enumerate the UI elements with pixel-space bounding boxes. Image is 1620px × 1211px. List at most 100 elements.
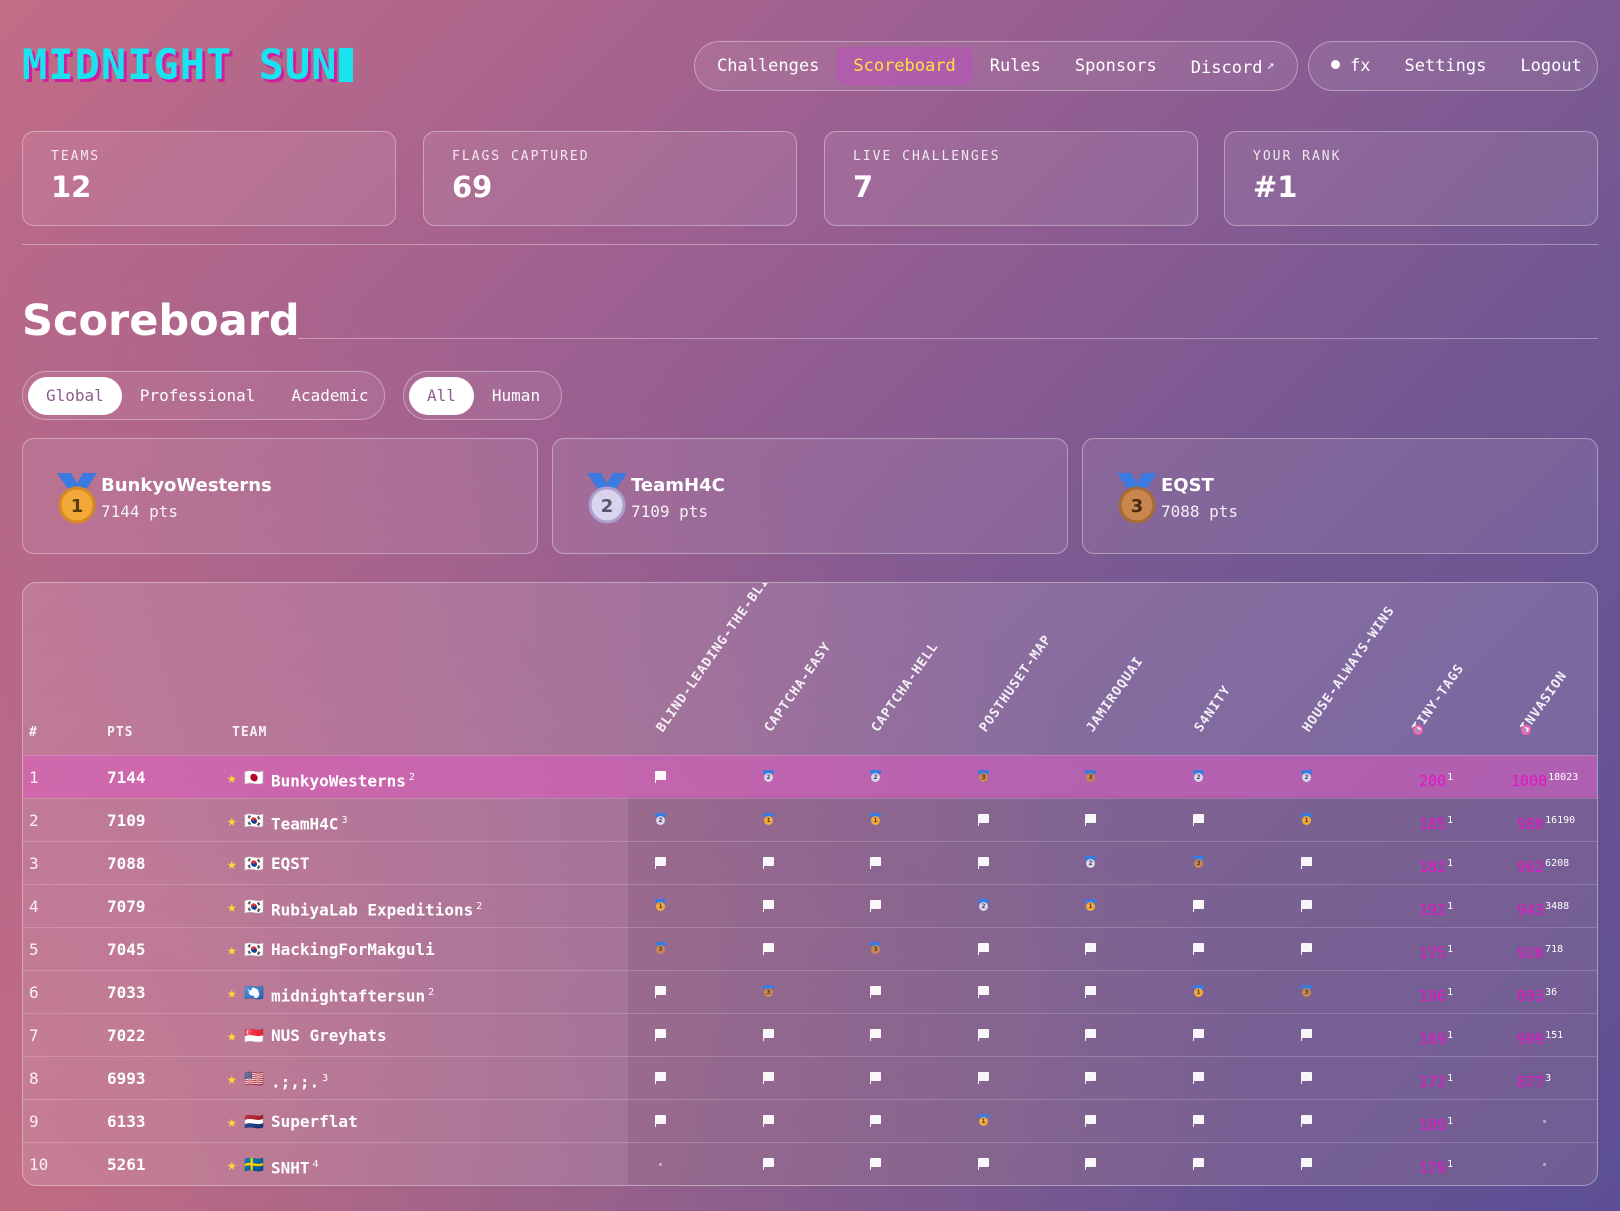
- podium-second[interactable]: 2 TeamH4C 7109 pts: [552, 438, 1068, 554]
- col-header-rank: #: [29, 725, 38, 740]
- solved-flag-icon: [870, 900, 881, 912]
- nav-discord[interactable]: Discord ↗: [1174, 47, 1291, 85]
- country-flag-icon: 🇺🇸: [244, 1069, 264, 1088]
- team-name[interactable]: midnightaftersun 2: [271, 971, 434, 1017]
- podium-points: 7088 pts: [1161, 502, 1239, 521]
- tiny-tags-rank: 1: [1447, 1116, 1454, 1127]
- main-nav: Challenges Scoreboard Rules Sponsors Dis…: [694, 41, 1298, 91]
- star-icon: ★: [227, 1112, 237, 1131]
- nav-scoreboard[interactable]: Scoreboard: [836, 47, 973, 85]
- podium-third[interactable]: 3 EQST 7088 pts: [1082, 438, 1598, 554]
- solved-flag-icon: [763, 1115, 774, 1127]
- podium-first[interactable]: 1 BunkyoWesterns 7144 pts: [22, 438, 538, 554]
- blood-medal-icon: 3: [870, 942, 881, 955]
- challenge-name: BLIND-LEADING-THE-BLIND: [653, 582, 783, 735]
- scoreboard-table: # PTS TEAM BLIND-LEADING-THE-BLIND CAPTCH…: [22, 582, 1598, 1186]
- tiny-tags-value: 169: [1419, 1030, 1447, 1048]
- table-row[interactable]: 8 6993 ★ 🇺🇸.;,;. 3 1721 8773: [23, 1056, 1597, 1099]
- table-row[interactable]: 7 7022 ★ 🇸🇬 NUS Greyhats 1691 909151: [23, 1013, 1597, 1057]
- solved-flag-icon: [978, 814, 989, 826]
- invasion-score: 89336: [1517, 971, 1557, 1018]
- blood-medal-icon: 1: [763, 813, 774, 826]
- stat-label: YOUR RANK: [1253, 149, 1342, 164]
- team-name[interactable]: EQST: [271, 842, 310, 885]
- challenge-name: S4NITY: [1191, 683, 1235, 735]
- solved-flag-icon: [1301, 857, 1312, 869]
- country-flag-icon: 🇸🇬: [244, 1026, 264, 1045]
- team-member-count: 2: [408, 772, 415, 783]
- team-name[interactable]: Superflat: [271, 1100, 358, 1143]
- solved-flag-icon: [1085, 1029, 1096, 1041]
- row-points: 7033: [107, 983, 146, 1002]
- team-name[interactable]: BunkyoWesterns 2: [271, 756, 415, 802]
- tiny-tags-value: 189: [1419, 1116, 1447, 1134]
- blood-medal-icon: 3: [1193, 856, 1204, 869]
- table-row[interactable]: 3 7088 ★ 🇰🇷 EQST 2 3 1821 9626208: [23, 841, 1597, 885]
- nav-user[interactable]: fx: [1314, 47, 1387, 85]
- filter-academic[interactable]: Academic: [273, 377, 386, 415]
- bronze-medal-icon: 3: [1117, 473, 1157, 524]
- team-name[interactable]: SNHT 4: [271, 1143, 319, 1185]
- blood-medal-icon: 3: [1085, 770, 1096, 783]
- table-row[interactable]: 4 7079 ★ 🇰🇷 RubiyaLab Expeditions 2 1 2 1 1921 943…: [23, 884, 1597, 927]
- table-row[interactable]: 1 7144 ★ 🇯🇵 BunkyoWesterns 2 2 2 3 3 2 2 2001 1000180…: [23, 755, 1597, 798]
- solved-flag-icon: [1301, 1029, 1312, 1041]
- star-icon: ★: [227, 940, 237, 959]
- tiny-tags-score: 1851: [1419, 799, 1453, 846]
- solved-flag-icon: [1085, 814, 1096, 826]
- medal-disc: 1: [1086, 902, 1095, 911]
- table-row[interactable]: 10 5261 ★ 🇸🇪 SNHT 4 1791: [23, 1142, 1597, 1185]
- table-row[interactable]: 9 6133 ★ 🇳🇱 Superflat 1 1891: [23, 1099, 1597, 1143]
- team-name-text: EQST: [271, 854, 310, 873]
- filter-human[interactable]: Human: [474, 377, 558, 415]
- table-row[interactable]: 6 7033 ★ 🇦🇶 midnightaftersun 2 3 1 3 1961 89336: [23, 970, 1597, 1013]
- solved-flag-icon: [1301, 1115, 1312, 1127]
- star-icon: ★: [227, 1026, 237, 1045]
- blood-medal-icon: 2: [763, 770, 774, 783]
- table-row[interactable]: 2 7109 ★ 🇰🇷 TeamH4C 3 2 1 1 1 1851 98016190: [23, 798, 1597, 841]
- challenge-name: CAPTCHA-HELL: [868, 639, 942, 735]
- blood-medal-icon: 3: [978, 770, 989, 783]
- solved-flag-icon: [763, 857, 774, 869]
- invasion-value: 926: [1517, 944, 1545, 962]
- tiny-tags-value: 192: [1419, 901, 1447, 919]
- filter-professional[interactable]: Professional: [122, 377, 274, 415]
- stat-value: 12: [51, 170, 92, 204]
- medal-disc: 2: [1302, 773, 1311, 782]
- nav-logout[interactable]: Logout: [1503, 47, 1598, 85]
- nav-rules[interactable]: Rules: [973, 47, 1058, 85]
- filter-global[interactable]: Global: [28, 376, 122, 415]
- medal-disc: 3: [979, 773, 988, 782]
- country-flag-icon: 🇯🇵: [244, 768, 264, 787]
- tiny-tags-rank: 1: [1447, 1073, 1454, 1084]
- medal-disc: 1: [979, 1117, 988, 1126]
- medal-disc: 3: [656, 945, 665, 954]
- nav-settings[interactable]: Settings: [1387, 47, 1503, 85]
- team-name[interactable]: RubiyaLab Expeditions 2: [271, 885, 482, 931]
- solved-flag-icon: [655, 986, 666, 998]
- invasion-score: 926718: [1517, 928, 1563, 975]
- nav-challenges[interactable]: Challenges: [700, 47, 836, 85]
- table-row[interactable]: 5 7045 ★ 🇰🇷 HackingForMakguli 3 3 1751 926718: [23, 927, 1597, 971]
- tiny-tags-value: 172: [1419, 1073, 1447, 1091]
- tiny-tags-score: 1791: [1419, 1143, 1453, 1185]
- stat-your-rank: YOUR RANK #1: [1224, 131, 1598, 226]
- blood-medal-icon: 1: [655, 899, 666, 912]
- filter-all[interactable]: All: [409, 376, 474, 415]
- row-points: 7022: [107, 1026, 146, 1045]
- solved-flag-icon: [978, 986, 989, 998]
- country-flag-icon: 🇰🇷: [244, 897, 264, 916]
- team-name[interactable]: NUS Greyhats: [271, 1014, 387, 1057]
- team-name[interactable]: .;,;. 3: [271, 1057, 328, 1103]
- stat-label: LIVE CHALLENGES: [853, 149, 1001, 164]
- site-logo[interactable]: MIDNIGHT SUN: [22, 40, 354, 89]
- type-filter: All Human: [403, 371, 562, 420]
- stat-value: 69: [452, 170, 493, 204]
- team-name[interactable]: HackingForMakguli: [271, 928, 435, 971]
- tiny-tags-value: 182: [1419, 858, 1447, 876]
- team-name[interactable]: TeamH4C 3: [271, 799, 347, 845]
- nav-sponsors[interactable]: Sponsors: [1058, 47, 1174, 85]
- solved-flag-icon: [1193, 900, 1204, 912]
- solved-flag-icon: [1193, 1029, 1204, 1041]
- challenge-status-icon: [1521, 725, 1531, 735]
